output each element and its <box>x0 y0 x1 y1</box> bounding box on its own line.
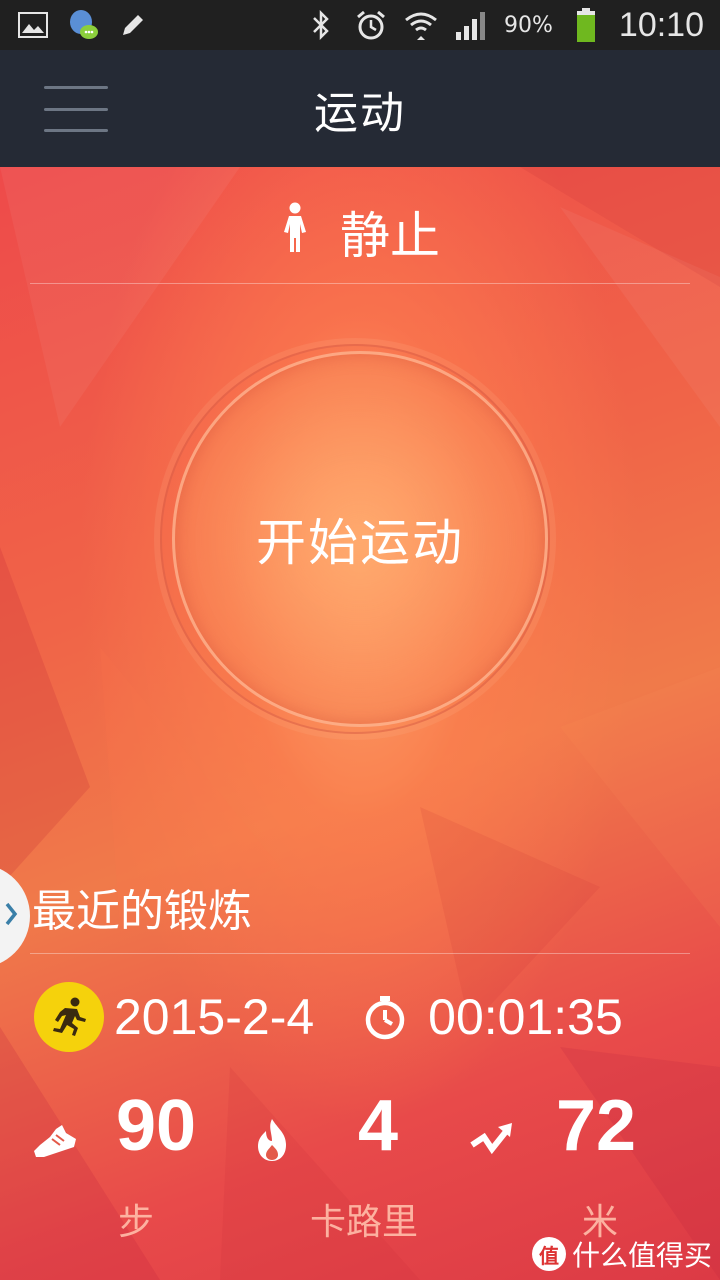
image-icon <box>16 8 50 42</box>
divider <box>30 953 690 954</box>
alarm-icon <box>354 8 388 42</box>
hamburger-menu-icon[interactable] <box>44 86 108 132</box>
page-title: 运动 <box>314 87 406 139</box>
signal-icon <box>454 8 488 42</box>
activity-state: 静止 <box>0 197 720 267</box>
main-content: 静止 开始运动 最近的锻炼 2015-2-4 00:01:35 90 步 4 卡… <box>0 167 720 1280</box>
status-right-icons: 90% 10:10 <box>304 6 704 45</box>
steps-value: 90 <box>116 1086 197 1166</box>
stopwatch-icon <box>360 992 410 1042</box>
activity-state-label: 静止 <box>340 207 440 265</box>
watermark: 值 什么值得买 <box>531 1234 712 1274</box>
battery-percent: 90% <box>504 12 553 38</box>
divider <box>30 283 690 284</box>
start-workout-button[interactable]: 开始运动 <box>172 351 548 727</box>
distance-trend-icon <box>468 1115 518 1165</box>
person-standing-icon <box>280 202 310 262</box>
recent-workout-record[interactable]: 2015-2-4 00:01:35 <box>34 977 694 1057</box>
wifi-icon <box>404 8 438 42</box>
pencil-icon <box>116 8 150 42</box>
bluetooth-icon <box>304 8 338 42</box>
start-workout-label: 开始运动 <box>256 514 464 572</box>
workout-stats: 90 步 4 卡路里 72 米 <box>0 1085 720 1243</box>
watermark-logo: 值 <box>531 1237 566 1271</box>
shoe-icon <box>30 1115 80 1165</box>
chat-icon <box>66 8 100 42</box>
watermark-text: 什么值得买 <box>571 1239 712 1272</box>
chevron-right-icon <box>4 901 18 931</box>
distance-value: 72 <box>556 1086 637 1166</box>
battery-icon <box>569 8 603 42</box>
calories-value: 4 <box>358 1086 399 1166</box>
status-clock: 10:10 <box>618 5 704 44</box>
recent-workouts-title: 最近的锻炼 <box>32 886 252 937</box>
steps-unit: 步 <box>118 1202 155 1243</box>
status-left-icons <box>16 8 150 42</box>
status-bar: 90% 10:10 <box>0 0 720 50</box>
workout-duration: 00:01:35 <box>428 989 623 1045</box>
calories-unit: 卡路里 <box>310 1202 419 1243</box>
app-header: 运动 <box>0 50 720 167</box>
flame-icon <box>252 1115 302 1165</box>
workout-date: 2015-2-4 <box>114 989 315 1045</box>
running-icon <box>34 982 104 1052</box>
